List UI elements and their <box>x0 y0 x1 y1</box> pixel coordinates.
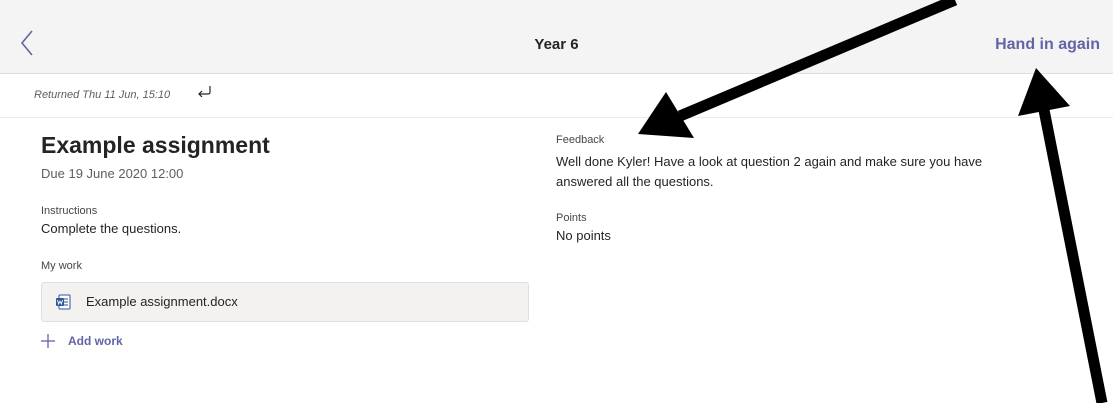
top-bar: Year 6 Hand in again <box>0 0 1113 74</box>
returned-status-text: Returned Thu 11 Jun, 15:10 <box>34 89 171 101</box>
feedback-panel: Feedback Well done Kyler! Have a look at… <box>556 134 1096 243</box>
assignment-details: Example assignment Due 19 June 2020 12:0… <box>41 130 541 348</box>
assignment-title: Example assignment <box>41 132 270 158</box>
file-name: Example assignment.docx <box>86 294 238 309</box>
feedback-text: Well done Kyler! Have a look at question… <box>556 154 983 189</box>
add-work-label: Add work <box>68 334 123 348</box>
hand-in-again-button[interactable]: Hand in again <box>995 36 1100 54</box>
plus-icon <box>41 334 55 348</box>
returned-status-bar: Returned Thu 11 Jun, 15:10 <box>0 74 1113 118</box>
return-arrow-icon <box>198 86 211 97</box>
word-document-icon <box>56 294 71 310</box>
attached-file-card[interactable]: Example assignment.docx <box>41 282 529 322</box>
add-work-button[interactable]: Add work <box>41 334 541 348</box>
due-date: Due 19 June 2020 12:00 <box>41 166 184 181</box>
feedback-label: Feedback <box>556 134 605 146</box>
my-work-label: My work <box>41 260 82 272</box>
instructions-text: Complete the questions. <box>41 221 182 236</box>
instructions-label: Instructions <box>41 205 98 217</box>
points-label: Points <box>556 212 587 224</box>
points-value: No points <box>556 228 611 243</box>
page-title: Year 6 <box>534 36 579 53</box>
